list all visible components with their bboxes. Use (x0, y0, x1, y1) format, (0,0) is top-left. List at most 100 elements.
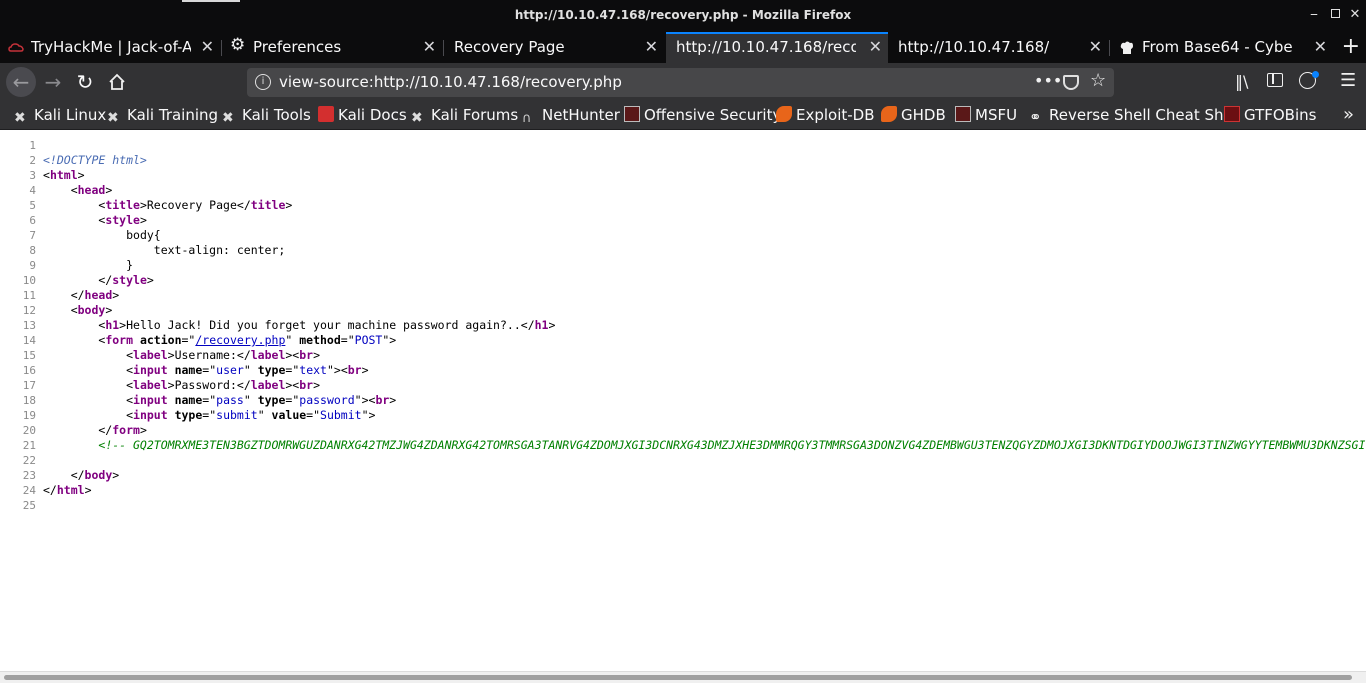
forward-button[interactable]: → (40, 69, 66, 95)
source-line: 22 (22, 454, 36, 467)
source-line: 5 <title>Recovery Page</title> (29, 198, 293, 212)
bookmark-label: Kali Tools (242, 106, 311, 124)
sidebar-icon[interactable] (1267, 72, 1283, 91)
tryhackme-icon (8, 43, 24, 52)
page-actions-icon[interactable]: ••• (1034, 71, 1062, 90)
encoded-comment: <!-- GQ2TOMRXME3TEN3BGZTDOMRWGUZDANRXG42… (98, 438, 1366, 452)
bookmark-reverse-shell[interactable]: ⚭ Reverse Shell Cheat Sh... (1029, 106, 1238, 125)
home-button[interactable] (104, 69, 130, 95)
source-line: 4 <head> (29, 183, 113, 197)
tab-label: http://10.10.47.168/recovery.php (676, 38, 856, 56)
scrollbar-thumb[interactable] (4, 675, 1352, 680)
source-line: 9 } (29, 258, 134, 272)
source-line: 1 (29, 139, 36, 152)
minimize-icon[interactable]: ⎯ (1306, 7, 1322, 23)
kali-dragon-icon: ✖ (411, 110, 423, 126)
bookmark-label: GTFOBins (1244, 106, 1317, 124)
bookmark-label: Kali Training (127, 106, 219, 124)
tab-cyberchef[interactable]: From Base64 - CyberChef ✕ (1111, 32, 1333, 63)
bookmark-label: Exploit-DB (796, 106, 875, 124)
source-line: 2 <!DOCTYPE html> (29, 153, 147, 167)
account-icon[interactable] (1299, 71, 1319, 93)
bookmark-kali-docs[interactable]: Kali Docs (318, 106, 407, 124)
navigation-bar: ← → ↻ i view-source:http://10.10.47.168/… (0, 63, 1366, 100)
source-line: 15 <label>Username:</label><br> (22, 348, 321, 362)
bookmark-star-icon[interactable]: ☆ (1090, 70, 1106, 91)
source-line: 13 <h1>Hello Jack! Did you forget your m… (22, 318, 556, 332)
url-bar[interactable]: i view-source:http://10.10.47.168/recove… (247, 68, 1114, 97)
bookmark-kali-forums[interactable]: ✖ Kali Forums (411, 106, 518, 126)
gear-icon: ⚙ (230, 35, 246, 55)
bookmark-exploit-db[interactable]: Exploit-DB (776, 106, 875, 124)
tab-separator (1109, 40, 1110, 56)
source-line: 14 <form action="/recovery.php" method="… (22, 333, 397, 347)
site-info-icon[interactable]: i (255, 74, 271, 90)
source-line: 16 <input name="user" type="text"><br> (22, 363, 369, 377)
tab-label: Preferences (253, 38, 342, 56)
close-tab-icon[interactable]: ✕ (423, 32, 436, 62)
close-tab-icon[interactable]: ✕ (1089, 32, 1102, 62)
bookmark-label: Kali Docs (338, 106, 407, 124)
bookmark-label: MSFU (975, 106, 1018, 124)
close-tab-icon[interactable]: ✕ (645, 32, 658, 62)
tab-home[interactable]: http://10.10.47.168/ ✕ (888, 32, 1108, 63)
bookmark-kali-training[interactable]: ✖ Kali Training (107, 106, 218, 126)
menu-icon[interactable]: ☰ (1340, 70, 1356, 91)
pocket-icon[interactable] (1063, 75, 1079, 90)
library-icon[interactable]: ‖\ (1235, 72, 1248, 91)
bookmark-label: Kali Forums (431, 106, 519, 124)
bookmark-msfu[interactable]: MSFU (955, 106, 1017, 124)
bookmark-label: Kali Linux (34, 106, 107, 124)
source-line: 25 (22, 499, 36, 512)
back-button[interactable]: ← (6, 67, 36, 97)
bookmark-offensive-security[interactable]: Offensive Security (624, 106, 781, 124)
source-line: 17 <label>Password:</label><br> (22, 378, 321, 392)
url-text[interactable]: view-source:http://10.10.47.168/recovery… (279, 73, 622, 91)
source-line: 10 </style> (22, 273, 154, 287)
horizontal-scrollbar[interactable] (0, 671, 1366, 683)
bookmark-label: NetHunter (542, 106, 620, 124)
bookmarks-overflow-chevron-icon[interactable]: » (1343, 104, 1354, 125)
tab-view-source-active[interactable]: http://10.10.47.168/recovery.php ✕ (666, 32, 888, 63)
source-line: 11 </head> (22, 288, 120, 302)
source-line: 23 </body> (22, 468, 120, 482)
source-line: 24 </html> (22, 483, 92, 497)
tab-bar: TryHackMe | Jack-of-All-Trades ✕ ⚙ Prefe… (0, 32, 1366, 63)
home-icon (109, 73, 125, 90)
bookmark-nethunter[interactable]: ∩ NetHunter (522, 106, 620, 127)
bookmark-label: Reverse Shell Cheat Sh... (1049, 106, 1238, 124)
bookmark-gtfobins[interactable]: GTFOBins (1224, 106, 1316, 124)
source-line: 8 text-align: center; (29, 243, 286, 257)
bookmark-kali-linux[interactable]: ✖ Kali Linux (14, 106, 106, 126)
reload-button[interactable]: ↻ (72, 69, 98, 95)
close-window-icon[interactable]: ✕ (1347, 7, 1363, 23)
close-tab-icon[interactable]: ✕ (869, 34, 882, 62)
source-line: 12 <body> (22, 303, 113, 317)
tab-tryhackme[interactable]: TryHackMe | Jack-of-All-Trades ✕ (0, 32, 220, 63)
maximize-icon[interactable] (1327, 7, 1343, 23)
tab-label: From Base64 - CyberChef (1142, 38, 1292, 56)
globe-icon: ⚭ (1029, 108, 1042, 126)
form-action-link[interactable]: /recovery.php (195, 333, 285, 347)
exploitdb-icon (776, 106, 792, 122)
kali-dragon-icon: ✖ (222, 110, 234, 126)
kali-dragon-icon: ✖ (14, 110, 26, 126)
offsec-icon (955, 106, 971, 122)
source-line: 6 <style> (29, 213, 147, 227)
source-line: 3 <html> (29, 168, 85, 182)
view-source-content: 1 2 <!DOCTYPE html> 3 <html> 4 <head> 5 <t… (0, 131, 1366, 671)
nethunter-icon: ∩ (522, 111, 532, 126)
tab-recovery-page[interactable]: Recovery Page ✕ (444, 32, 664, 63)
bookmark-ghdb[interactable]: GHDB (881, 106, 946, 124)
window-title: http://10.10.47.168/recovery.php - Mozil… (514, 8, 852, 22)
source-line: 21 <!-- GQ2TOMRXME3TEN3BGZTDOMRWGUZDANRX… (0, 438, 1366, 453)
tab-preferences[interactable]: ⚙ Preferences ✕ (222, 32, 442, 63)
tab-label: TryHackMe | Jack-of-All-Trades (31, 38, 191, 56)
ghdb-icon (881, 106, 897, 122)
new-tab-button[interactable]: + (1342, 32, 1360, 62)
close-tab-icon[interactable]: ✕ (1314, 32, 1327, 62)
close-tab-icon[interactable]: ✕ (201, 32, 214, 62)
bookmark-kali-tools[interactable]: ✖ Kali Tools (222, 106, 311, 126)
kali-dragon-icon: ✖ (107, 110, 119, 126)
source-line: 19 <input type="submit" value="Submit"> (22, 408, 376, 422)
